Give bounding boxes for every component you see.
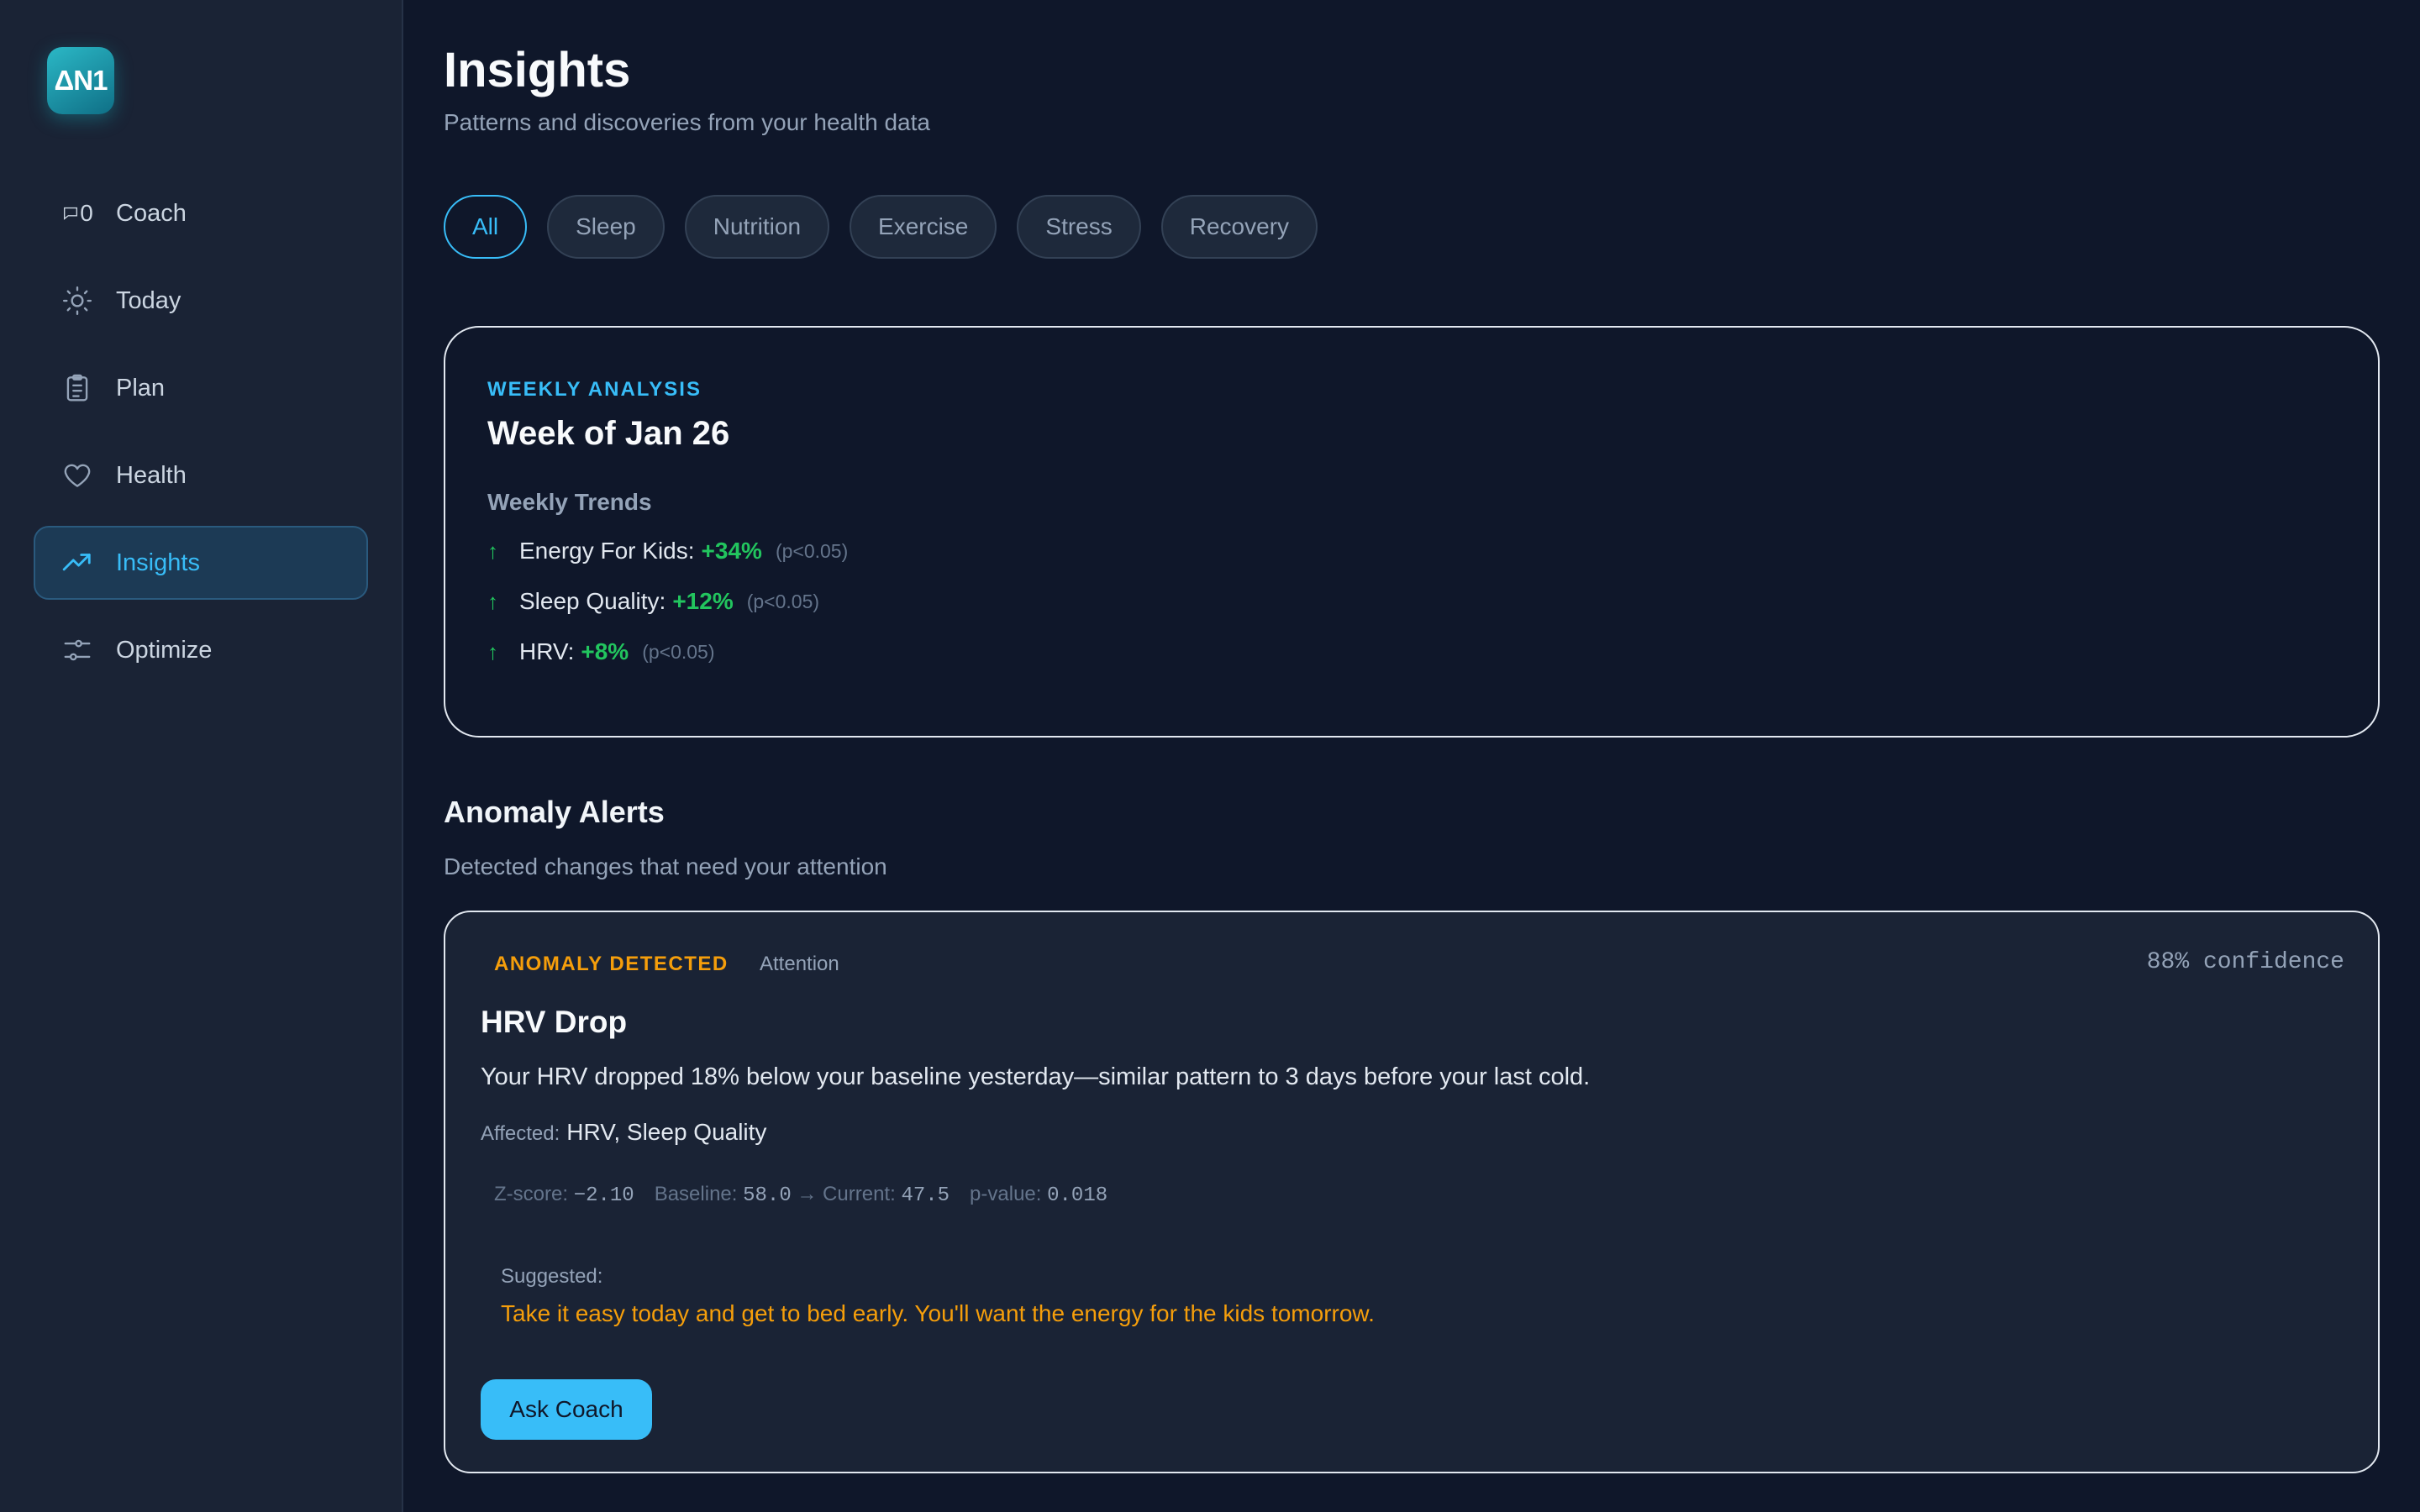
sidebar-item-label: Plan bbox=[116, 374, 166, 402]
coach-badge: 0 bbox=[80, 200, 93, 226]
sidebar: ΔN1 0 Coach Today Plan Health Insights O… bbox=[0, 0, 403, 1512]
sidebar-item-insights[interactable]: Insights bbox=[34, 526, 368, 600]
sidebar-item-today[interactable]: Today bbox=[34, 264, 368, 338]
zscore-label: Z-score: bbox=[494, 1183, 569, 1205]
anomaly-tag: ANOMALY DETECTED bbox=[494, 953, 729, 975]
page-subtitle: Patterns and discoveries from your healt… bbox=[444, 109, 930, 135]
current-value: 47.5 bbox=[901, 1184, 950, 1207]
trend-label: HRV: bbox=[519, 638, 575, 664]
sidebar-nav: 0 Coach Today Plan Health Insights Optim… bbox=[34, 176, 368, 701]
current-label: → Current: bbox=[797, 1183, 896, 1205]
pvalue-stat: p-value: 0.018 bbox=[970, 1183, 1107, 1207]
severity-label: Attention bbox=[760, 953, 839, 975]
filter-chip-nutrition[interactable]: Nutrition bbox=[684, 195, 830, 259]
page-title: Insights bbox=[444, 43, 631, 97]
sidebar-item-optimize[interactable]: Optimize bbox=[34, 613, 368, 687]
arrow-up-icon: ↑ bbox=[487, 538, 498, 564]
anomaly-section-subtitle: Detected changes that need your attentio… bbox=[444, 853, 887, 879]
trend-pvalue: (p<0.05) bbox=[746, 590, 820, 612]
zscore-value: −2.10 bbox=[573, 1184, 634, 1207]
baseline-stat: Baseline: 58.0 → Current: 47.5 bbox=[655, 1183, 950, 1207]
app-logo[interactable]: ΔN1 bbox=[47, 47, 114, 114]
suggested-text: Take it easy today and get to bed early.… bbox=[501, 1300, 1375, 1326]
sidebar-item-health[interactable]: Health bbox=[34, 438, 368, 512]
anomaly-section-title: Anomaly Alerts bbox=[444, 795, 665, 829]
sidebar-item-label: Coach bbox=[116, 199, 187, 227]
filter-chips: All Sleep Nutrition Exercise Stress Reco… bbox=[444, 195, 1338, 259]
arrow-up-icon: ↑ bbox=[487, 588, 498, 614]
arrow-up-icon: ↑ bbox=[487, 638, 498, 664]
sidebar-item-plan[interactable]: Plan bbox=[34, 351, 368, 425]
affected-values: HRV, Sleep Quality bbox=[566, 1119, 767, 1145]
trend-value: +12% bbox=[672, 588, 734, 614]
confidence-label: 88% confidence bbox=[2146, 949, 2344, 975]
anomaly-stats: Z-score: −2.10 Baseline: 58.0 → Current:… bbox=[494, 1183, 1128, 1207]
sidebar-item-label: Optimize bbox=[116, 636, 213, 664]
sun-icon bbox=[60, 284, 94, 318]
filter-chip-all[interactable]: All bbox=[444, 195, 528, 259]
trend-label: Sleep Quality: bbox=[519, 588, 666, 614]
baseline-value: 58.0 bbox=[743, 1184, 792, 1207]
sidebar-item-label: Today bbox=[116, 286, 182, 314]
trend-pvalue: (p<0.05) bbox=[775, 539, 849, 562]
trend-pvalue: (p<0.05) bbox=[642, 640, 715, 663]
trend-value: +8% bbox=[581, 638, 629, 664]
anomaly-card: ANOMALY DETECTED Attention 88% confidenc… bbox=[444, 911, 2380, 1473]
week-title: Week of Jan 26 bbox=[487, 415, 730, 452]
affected-metrics: Affected: HRV, Sleep Quality bbox=[481, 1119, 766, 1146]
weekly-eyebrow: WEEKLY ANALYSIS bbox=[487, 378, 702, 401]
filter-chip-sleep[interactable]: Sleep bbox=[547, 195, 665, 259]
filter-chip-stress[interactable]: Stress bbox=[1017, 195, 1141, 259]
chat-bubble-icon: 0 bbox=[60, 197, 94, 230]
sliders-icon bbox=[60, 633, 94, 667]
trend-value: +34% bbox=[701, 538, 762, 564]
trends-heading: Weekly Trends bbox=[487, 489, 652, 515]
suggested-label: Suggested: bbox=[501, 1265, 603, 1288]
anomaly-title: HRV Drop bbox=[481, 1005, 628, 1039]
sidebar-item-label: Insights bbox=[116, 549, 200, 576]
trend-item: ↑ Sleep Quality: +12% (p<0.05) bbox=[487, 583, 819, 620]
heart-icon bbox=[60, 459, 94, 492]
sidebar-item-label: Health bbox=[116, 461, 187, 489]
pvalue-label: p-value: bbox=[970, 1183, 1042, 1205]
affected-label: Affected: bbox=[481, 1122, 560, 1145]
anomaly-description: Your HRV dropped 18% below your baseline… bbox=[481, 1063, 1591, 1090]
ask-coach-button[interactable]: Ask Coach bbox=[481, 1379, 652, 1440]
sidebar-item-coach[interactable]: 0 Coach bbox=[34, 176, 368, 250]
filter-chip-recovery[interactable]: Recovery bbox=[1160, 195, 1318, 259]
trend-item: ↑ HRV: +8% (p<0.05) bbox=[487, 633, 715, 670]
trend-label: Energy For Kids: bbox=[519, 538, 695, 564]
weekly-analysis-card: WEEKLY ANALYSIS Week of Jan 26 Weekly Tr… bbox=[444, 326, 2380, 738]
trending-up-icon bbox=[60, 546, 94, 580]
baseline-label: Baseline: bbox=[654, 1183, 738, 1205]
zscore-stat: Z-score: −2.10 bbox=[494, 1183, 634, 1207]
trend-item: ↑ Energy For Kids: +34% (p<0.05) bbox=[487, 533, 848, 570]
clipboard-icon bbox=[60, 371, 94, 405]
pvalue-value: 0.018 bbox=[1047, 1184, 1108, 1207]
filter-chip-exercise[interactable]: Exercise bbox=[850, 195, 997, 259]
